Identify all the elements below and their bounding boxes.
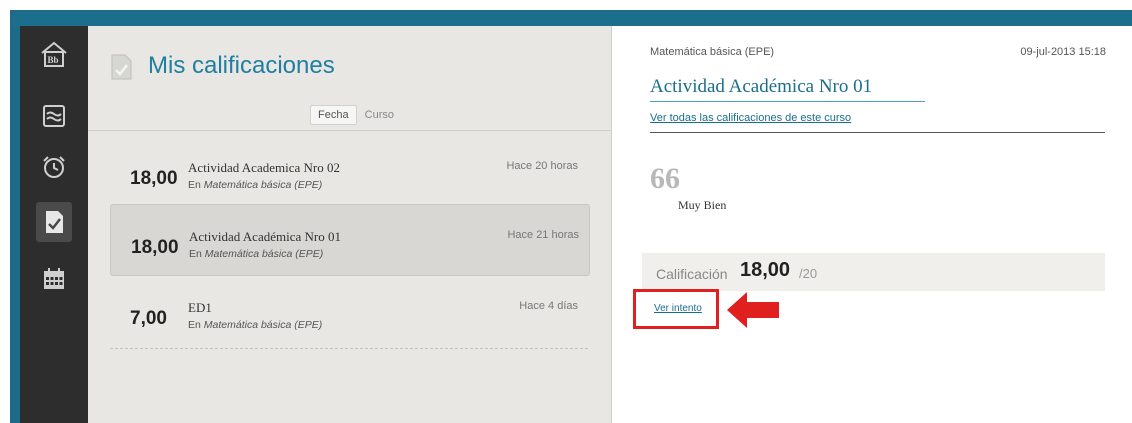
top-bar — [12, 12, 1132, 26]
page-title: Mis calificaciones — [148, 52, 335, 79]
grade-item-name: ED1 — [188, 300, 212, 315]
alarm-clock-icon[interactable] — [20, 141, 88, 193]
grade-item-course: En Matemática básica (EPE) — [188, 179, 323, 191]
grade-list-item-selected[interactable]: 18,00 Actividad Académica Nro 01 En Mate… — [110, 204, 590, 276]
calendar-icon[interactable] — [20, 253, 88, 305]
sort-by-course-button[interactable]: Curso — [360, 106, 399, 124]
grade-item-time: Hace 20 horas — [506, 160, 578, 172]
grade-score: 18,00 — [130, 168, 178, 189]
grade-value: 18,00 — [740, 259, 791, 281]
grade-item-course: En Matemática básica (EPE) — [189, 248, 324, 260]
grade-max: /20 — [799, 266, 818, 281]
list-end-divider — [110, 348, 588, 349]
grade-detail-panel: Matemática básica (EPE) 09-jul-2013 15:1… — [612, 26, 1132, 423]
grade-list-item[interactable]: 18,00 Actividad Academica Nro 02 En Mate… — [110, 136, 588, 206]
divider — [88, 130, 611, 131]
detail-date: 09-jul-2013 15:18 — [1020, 46, 1106, 58]
document-check-icon — [110, 53, 134, 86]
view-all-course-grades-link[interactable]: Ver todas las calificaciones de este cur… — [650, 112, 851, 124]
view-attempt-link[interactable]: Ver intento — [654, 303, 702, 314]
feedback-text: Muy Bien — [678, 198, 727, 212]
divider — [650, 132, 1105, 133]
sort-toggle: Fecha Curso — [310, 105, 399, 125]
grade-item-time: Hace 4 días — [519, 300, 578, 312]
stream-icon[interactable] — [20, 90, 88, 142]
svg-text:Bb: Bb — [48, 55, 59, 65]
grade-item-time: Hace 21 horas — [507, 229, 579, 241]
bb-home-icon[interactable]: Bb — [20, 28, 88, 80]
grade-label: Calificación — [656, 266, 728, 282]
title-underline — [650, 101, 925, 102]
grade-summary: Calificación 18,00 /20 — [642, 253, 1105, 291]
grade-score: 18,00 — [131, 237, 179, 258]
sidebar: Bb — [20, 26, 88, 423]
grade-item-name: Actividad Academica Nro 02 — [188, 160, 340, 175]
grade-item-course: En Matemática básica (EPE) — [188, 319, 323, 331]
grades-panel: Mis calificaciones Fecha Curso 18,00 Act… — [88, 26, 612, 423]
quote-icon: 66 — [650, 162, 680, 195]
sort-by-date-button[interactable]: Fecha — [310, 105, 357, 125]
grades-icon[interactable] — [36, 202, 72, 242]
grade-list-item[interactable]: 7,00 ED1 En Matemática básica (EPE) Hace… — [110, 276, 588, 346]
detail-title[interactable]: Actividad Académica Nro 01 — [650, 76, 872, 98]
grade-item-name: Actividad Académica Nro 01 — [189, 229, 341, 244]
grade-score: 7,00 — [130, 308, 167, 329]
red-arrow-icon — [725, 290, 781, 335]
detail-course-name: Matemática básica (EPE) — [650, 46, 775, 58]
